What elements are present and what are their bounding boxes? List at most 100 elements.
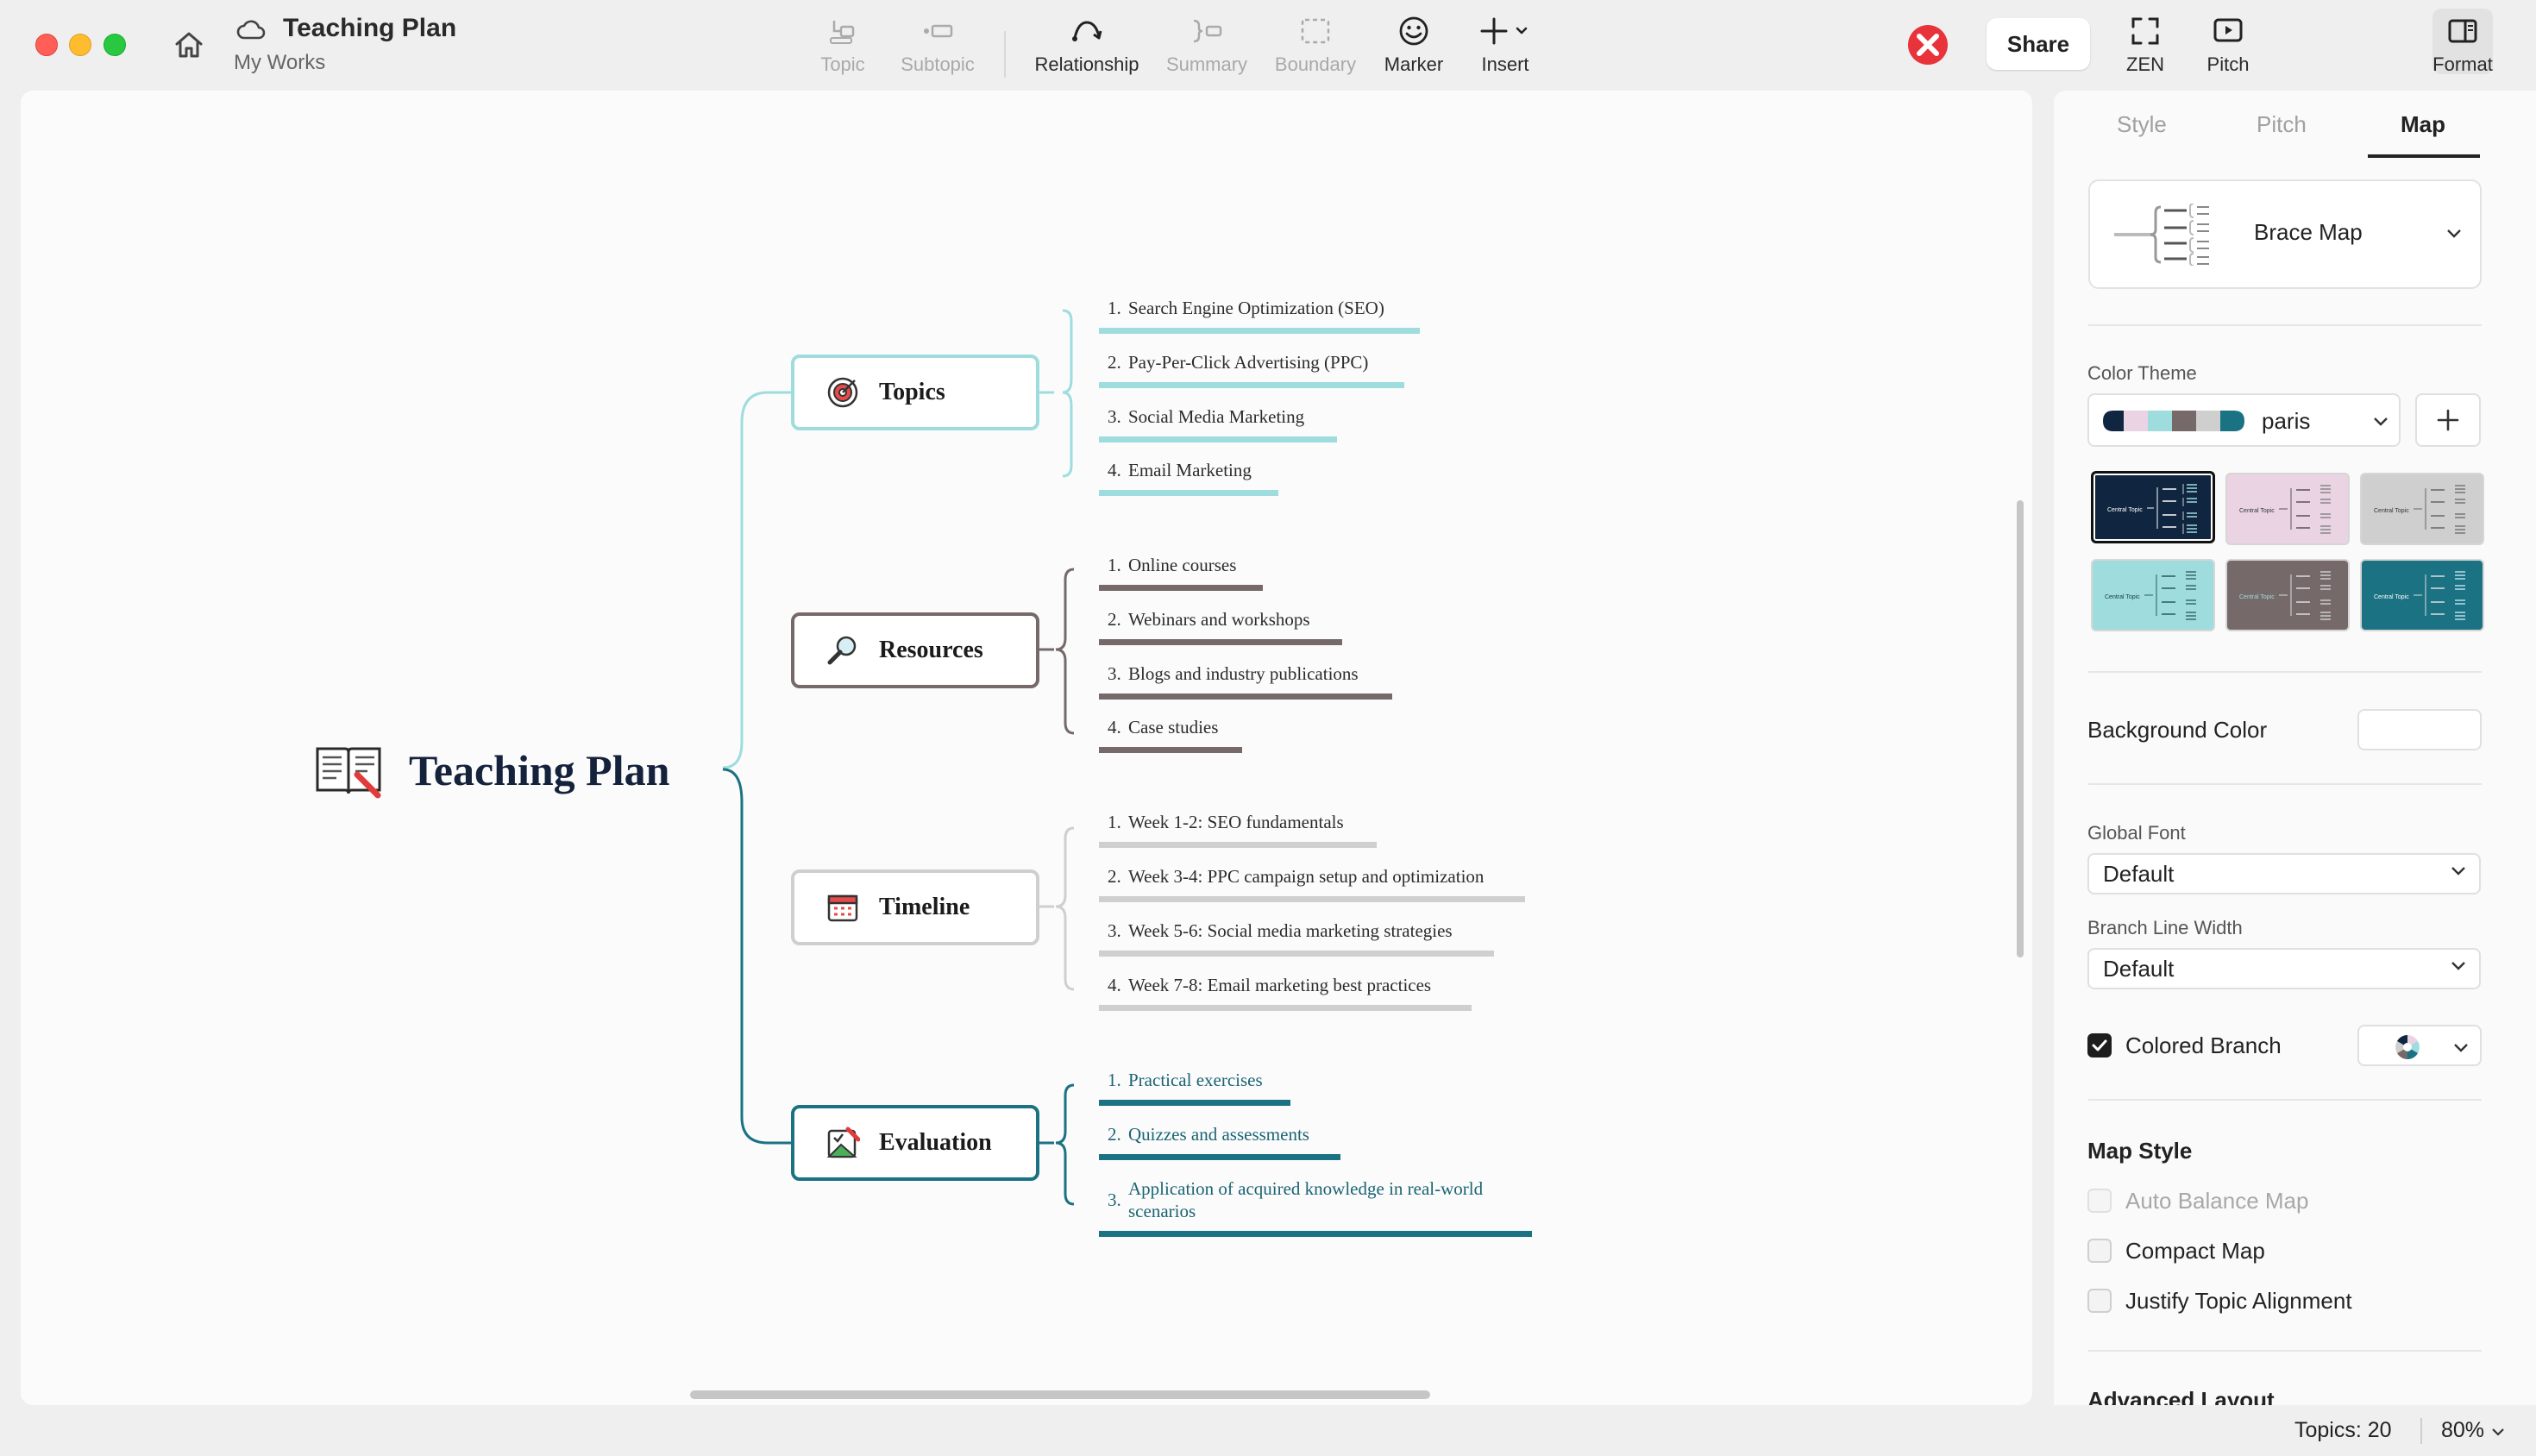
open-book-icon xyxy=(316,747,381,799)
theme-thumbnail[interactable]: Central Topic xyxy=(2225,473,2350,545)
structure-dropdown[interactable]: Brace Map xyxy=(2088,179,2482,289)
justify-alignment-label: Justify Topic Alignment xyxy=(2125,1288,2352,1314)
global-font-dropdown[interactable]: Default xyxy=(2087,853,2481,894)
topic-resources[interactable]: Resources xyxy=(791,612,1039,688)
subtopic-item[interactable]: 1. Online courses xyxy=(1099,555,1263,591)
subtopic-item[interactable]: 4. Week 7-8: Email marketing best practic… xyxy=(1099,975,1472,1011)
theme-preview: Central Topic xyxy=(2374,571,2465,620)
topic-label: Evaluation xyxy=(879,1129,992,1156)
svg-text:Central Topic: Central Topic xyxy=(2239,508,2275,514)
auto-balance-checkbox[interactable] xyxy=(2087,1189,2112,1213)
subtopic-underline xyxy=(1099,896,1525,902)
topic-topics[interactable]: Topics xyxy=(791,355,1039,430)
target-icon xyxy=(827,377,858,408)
map-style-heading: Map Style xyxy=(2087,1138,2193,1164)
theme-thumbnail[interactable]: Central Topic xyxy=(2091,471,2215,543)
theme-preview: Central Topic xyxy=(2107,484,2197,534)
theme-thumbnail[interactable]: Central Topic xyxy=(2091,559,2215,631)
svg-text:Central Topic: Central Topic xyxy=(2239,594,2275,600)
auto-balance-label: Auto Balance Map xyxy=(2125,1188,2309,1214)
divider xyxy=(2088,671,2482,673)
topic-evaluation[interactable]: Evaluation xyxy=(791,1105,1039,1181)
horizontal-scrollbar[interactable] xyxy=(690,1390,1430,1399)
chevron-down-icon xyxy=(2374,417,2388,426)
status-separator xyxy=(2420,1418,2422,1444)
branch-line-width-value: Default xyxy=(2103,955,2175,982)
theme-preview: Central Topic xyxy=(2105,571,2196,620)
topic-timeline[interactable]: Timeline xyxy=(791,869,1039,945)
divider xyxy=(2088,324,2482,326)
subtopic-item[interactable]: 1. Week 1-2: SEO fundamentals xyxy=(1099,812,1377,848)
tab-pitch[interactable]: Pitch xyxy=(2257,111,2307,138)
divider xyxy=(2088,783,2482,785)
branch-color-dropdown[interactable] xyxy=(2357,1025,2482,1066)
subtopic-underline xyxy=(1099,382,1404,388)
plus-icon xyxy=(2437,409,2459,431)
subtopic-item[interactable]: 3. Blogs and industry publications xyxy=(1099,663,1392,700)
subtopic-item[interactable]: 1. Search Engine Optimization (SEO) xyxy=(1099,298,1420,334)
advanced-layout-clip: Advanced Layout xyxy=(2054,1380,2536,1405)
active-tab-indicator xyxy=(2368,154,2480,158)
subtopic-underline xyxy=(1099,842,1377,848)
topic-label: Resources xyxy=(879,637,983,663)
subtopic-underline xyxy=(1099,951,1494,957)
subtopic-underline xyxy=(1099,693,1392,700)
subtopic-item[interactable]: 2. Webinars and workshops xyxy=(1099,609,1342,645)
subtopic-underline xyxy=(1099,585,1263,591)
subtopic-underline xyxy=(1099,1231,1532,1237)
zoom-level-dropdown[interactable]: 80% xyxy=(2441,1418,2506,1443)
svg-text:Central Topic: Central Topic xyxy=(2374,508,2409,514)
color-wheel-icon xyxy=(2395,1035,2420,1059)
theme-thumbnail[interactable]: Central Topic xyxy=(2360,559,2484,631)
theme-preview: Central Topic xyxy=(2239,571,2331,620)
theme-swatch-strip xyxy=(2103,411,2244,431)
compact-map-label: Compact Map xyxy=(2125,1238,2265,1264)
subtopic-item[interactable]: 3. Week 5-6: Social media marketing strat… xyxy=(1099,920,1494,957)
colored-branch-checkbox[interactable] xyxy=(2087,1033,2112,1057)
color-theme-value: paris xyxy=(2262,408,2311,434)
svg-text:Central Topic: Central Topic xyxy=(2107,507,2143,513)
chevron-down-icon xyxy=(2492,1428,2504,1436)
advanced-layout-heading[interactable]: Advanced Layout xyxy=(2087,1387,2275,1405)
structure-value: Brace Map xyxy=(2254,219,2363,245)
color-theme-label: Color Theme xyxy=(2087,362,2197,384)
subtopic-item[interactable]: 2. Pay-Per-Click Advertising (PPC) xyxy=(1099,352,1404,388)
checklist-icon xyxy=(826,1127,860,1158)
subtopic-underline xyxy=(1099,1100,1290,1106)
compact-map-checkbox[interactable] xyxy=(2087,1239,2112,1263)
magnifier-icon xyxy=(827,636,857,665)
theme-thumbnail[interactable]: Central Topic xyxy=(2225,559,2350,631)
tab-map[interactable]: Map xyxy=(2401,111,2445,138)
subtopic-item[interactable]: 2. Quizzes and assessments xyxy=(1099,1124,1340,1160)
brace-map-icon xyxy=(2114,204,2209,266)
theme-preview: Central Topic xyxy=(2374,485,2465,534)
background-color-picker[interactable] xyxy=(2357,709,2482,750)
theme-thumbnail[interactable]: Central Topic xyxy=(2360,473,2484,545)
calendar-icon xyxy=(827,894,858,922)
subtopic-underline xyxy=(1099,1005,1472,1011)
topic-label: Timeline xyxy=(879,894,970,920)
tab-style[interactable]: Style xyxy=(2117,111,2167,138)
central-topic-label: Teaching Plan xyxy=(409,746,670,794)
svg-text:Central Topic: Central Topic xyxy=(2374,594,2409,600)
add-theme-button[interactable] xyxy=(2415,393,2481,447)
color-theme-dropdown[interactable]: paris xyxy=(2087,393,2401,447)
global-font-label: Global Font xyxy=(2087,822,2186,844)
divider xyxy=(2088,1350,2482,1352)
branch-line-width-dropdown[interactable]: Default xyxy=(2087,948,2481,989)
subtopic-item[interactable]: 1. Practical exercises xyxy=(1099,1070,1290,1106)
subtopic-item[interactable]: 4. Email Marketing xyxy=(1099,460,1278,496)
central-topic[interactable]: Teaching Plan xyxy=(314,740,669,800)
background-color-label: Background Color xyxy=(2087,717,2268,743)
chevron-down-icon xyxy=(2451,867,2465,875)
chevron-down-icon xyxy=(2454,1044,2468,1052)
subtopic-item[interactable]: 2. Week 3-4: PPC campaign setup and optim… xyxy=(1099,866,1525,902)
subtopic-item[interactable]: 3. Application of acquired knowledge in r… xyxy=(1099,1177,1532,1237)
svg-text:Central Topic: Central Topic xyxy=(2105,594,2140,600)
justify-alignment-checkbox[interactable] xyxy=(2087,1289,2112,1313)
subtopic-underline xyxy=(1099,328,1420,334)
vertical-scrollbar[interactable] xyxy=(2017,500,2024,957)
zoom-level-value: 80% xyxy=(2441,1418,2485,1442)
subtopic-item[interactable]: 3. Social Media Marketing xyxy=(1099,406,1337,442)
subtopic-item[interactable]: 4. Case studies xyxy=(1099,717,1242,753)
